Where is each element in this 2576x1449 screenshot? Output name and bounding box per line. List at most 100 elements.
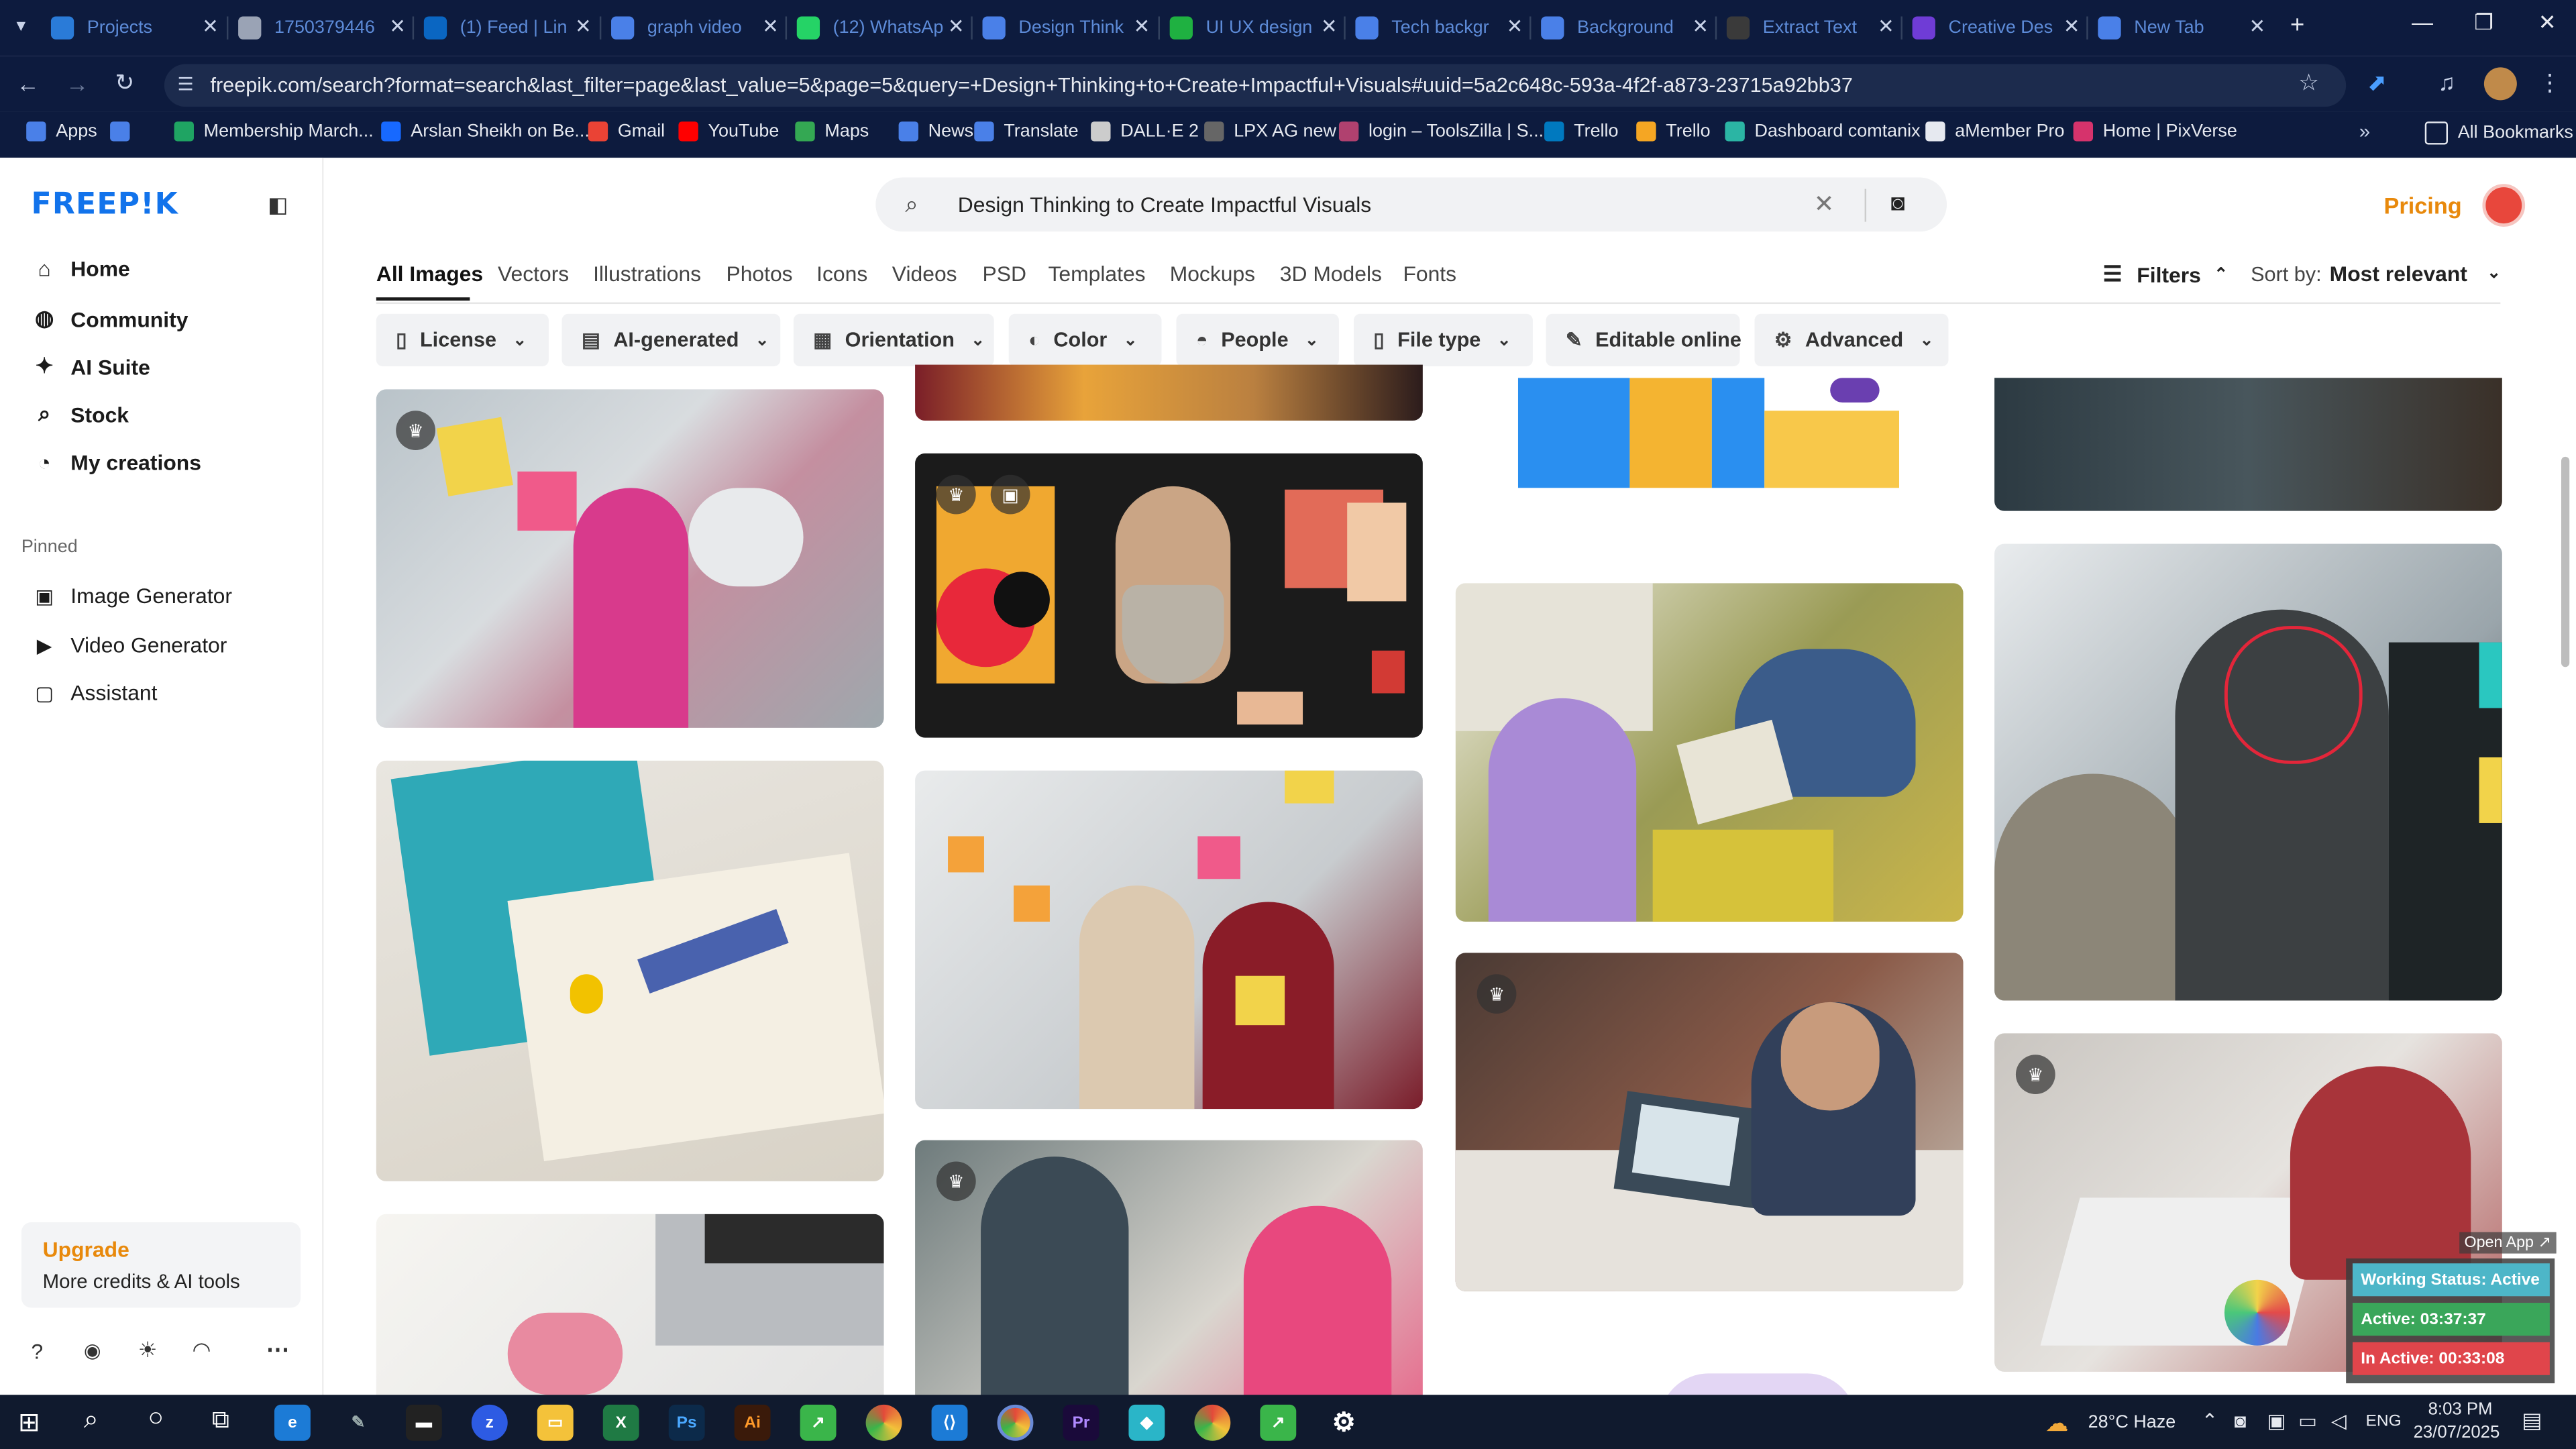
bookmark-star-icon[interactable]: ☆ xyxy=(2298,69,2319,97)
new-tab-icon[interactable]: + xyxy=(2290,11,2304,40)
more-icon[interactable]: ⋯ xyxy=(266,1336,289,1364)
bookmark-item[interactable]: DALL·E 2 xyxy=(1091,121,1199,142)
filter-orientation[interactable]: ▦ Orientation ⌄ xyxy=(793,313,994,367)
pinned-item-image-generator[interactable]: ▣ Image Generator xyxy=(33,583,232,608)
bookmark-item[interactable]: login – ToolsZilla | S... xyxy=(1338,121,1544,142)
close-tab-icon[interactable]: ✕ xyxy=(575,15,592,38)
pinned-item-assistant[interactable]: ▢ Assistant xyxy=(33,680,157,705)
all-bookmarks[interactable]: All Bookmarks xyxy=(2424,121,2573,145)
tray-chevron-icon[interactable]: ⌃ xyxy=(2202,1409,2218,1432)
sidebar-item-home[interactable]: ⌂ Home xyxy=(33,256,129,281)
browser-tab[interactable]: (12) WhatsAp ✕ xyxy=(796,7,977,50)
filter-license[interactable]: ▯ License ⌄ xyxy=(376,313,549,367)
taskbar-search-icon[interactable]: ⌕ xyxy=(84,1406,99,1436)
filter-advanced[interactable]: ⚙ Advanced ⌄ xyxy=(1754,313,1949,367)
site-info-icon[interactable]: ☰ xyxy=(177,74,193,95)
bookmark-item[interactable]: LPX AG new xyxy=(1204,121,1336,142)
tab-templates[interactable]: Templates xyxy=(1048,261,1145,286)
image-card[interactable] xyxy=(1517,378,1900,488)
filter-ai-generated[interactable]: ▤ AI-generated ⌄ xyxy=(561,313,781,367)
vscode-icon[interactable]: ⟨⟩ xyxy=(931,1404,968,1441)
image-card[interactable] xyxy=(1994,543,2502,1001)
tab-3d-models[interactable]: 3D Models xyxy=(1280,261,1382,286)
filter-color[interactable]: ◐ Color ⌄ xyxy=(1008,313,1162,367)
browser-tab[interactable]: Extract Text ✕ xyxy=(1726,7,1907,50)
user-avatar[interactable] xyxy=(2482,184,2526,227)
notifications-icon[interactable]: ◠ xyxy=(193,1337,211,1363)
menu-icon[interactable]: ⋮ xyxy=(2538,69,2561,97)
close-tab-icon[interactable]: ✕ xyxy=(389,15,406,38)
file-explorer-icon[interactable]: ▭ xyxy=(537,1404,574,1441)
image-card[interactable] xyxy=(376,760,884,1181)
discord-icon[interactable]: ◉ xyxy=(84,1339,101,1362)
tab-fonts[interactable]: Fonts xyxy=(1403,261,1456,286)
bookmark-item[interactable]: Arslan Sheikh on Be... xyxy=(381,121,590,142)
weather-text[interactable]: 28°C Haze xyxy=(2088,1413,2176,1432)
premiere-icon[interactable]: Pr xyxy=(1063,1404,1099,1441)
back-icon[interactable]: ← xyxy=(16,70,39,97)
upgrade-card[interactable]: Upgrade More credits & AI tools xyxy=(21,1222,301,1308)
help-icon[interactable]: ? xyxy=(32,1339,44,1364)
tray-app-icon[interactable]: ◙ xyxy=(2235,1409,2247,1432)
sidebar-item-community[interactable]: ◍ Community xyxy=(33,306,188,332)
image-card[interactable] xyxy=(915,770,1423,1110)
task-view-icon[interactable]: ⧉ xyxy=(212,1406,229,1434)
tab-mockups[interactable]: Mockups xyxy=(1170,261,1255,286)
tab-all-images[interactable]: All Images xyxy=(376,261,483,286)
excel-icon[interactable]: X xyxy=(602,1404,639,1441)
page-scrollbar[interactable] xyxy=(2558,164,2571,1397)
close-tab-icon[interactable]: ✕ xyxy=(1134,15,1150,38)
pinned-item-video-generator[interactable]: ▶ Video Generator xyxy=(33,633,227,657)
chrome-icon[interactable] xyxy=(865,1404,902,1441)
reload-icon[interactable]: ↻ xyxy=(115,69,134,97)
forward-icon[interactable]: → xyxy=(66,70,89,97)
tab-search-icon[interactable]: ▾ xyxy=(16,15,25,36)
extensions-icon[interactable]: ⬈ xyxy=(2367,69,2387,97)
image-card[interactable]: ♛ ▣ xyxy=(915,453,1423,738)
freepik-logo[interactable]: FREEP!K xyxy=(32,187,178,221)
browser-tab[interactable]: graph video ✕ xyxy=(611,7,792,50)
bookmark-item[interactable]: Membership March... xyxy=(174,121,374,142)
image-card[interactable] xyxy=(1994,378,2502,511)
photoshop-icon[interactable]: Ps xyxy=(668,1404,705,1441)
close-tab-icon[interactable]: ✕ xyxy=(2249,15,2266,38)
edge-icon[interactable]: e xyxy=(274,1404,311,1441)
chrome-profile-icon[interactable] xyxy=(1194,1404,1231,1441)
browser-tab[interactable]: 1750379446 ✕ xyxy=(238,7,419,50)
cortana-icon[interactable]: ○ xyxy=(148,1405,164,1434)
tab-icons[interactable]: Icons xyxy=(816,261,867,286)
settings-icon[interactable]: ⚙ xyxy=(1326,1405,1362,1441)
clear-search-icon[interactable]: ✕ xyxy=(1814,189,1835,219)
image-card[interactable]: ♛ xyxy=(1455,953,1964,1291)
camera-icon[interactable]: ◙ xyxy=(1891,189,1905,215)
tab-videos[interactable]: Videos xyxy=(892,261,957,286)
bookmark-item[interactable]: Maps xyxy=(795,121,869,142)
close-window-icon[interactable]: ✕ xyxy=(2538,10,2557,36)
tray-display-icon[interactable]: ▣ xyxy=(2267,1409,2286,1432)
bookmark-item[interactable]: aMember Pro xyxy=(1925,121,2065,142)
image-card[interactable]: ♛ xyxy=(376,389,884,728)
bookmark-item[interactable]: YouTube xyxy=(678,121,779,142)
windows-start-icon[interactable]: ⊞ xyxy=(18,1406,40,1439)
tab-illustrations[interactable]: Illustrations xyxy=(593,261,701,286)
zoom-icon[interactable]: z xyxy=(471,1404,508,1441)
app-icon[interactable]: ◆ xyxy=(1128,1404,1165,1441)
search-bar[interactable]: ⌕ Design Thinking to Create Impactful Vi… xyxy=(875,177,1947,232)
chrome-active-icon[interactable] xyxy=(997,1404,1034,1441)
scrollbar-thumb[interactable] xyxy=(2561,456,2570,667)
volume-icon[interactable]: ◁ xyxy=(2331,1409,2347,1432)
network-icon[interactable]: ▭ xyxy=(2298,1409,2317,1432)
close-tab-icon[interactable]: ✕ xyxy=(1878,15,1894,38)
image-card[interactable] xyxy=(376,1214,884,1411)
filter-people[interactable]: ◓ People ⌄ xyxy=(1176,313,1339,367)
pen-app-icon[interactable]: ✎ xyxy=(340,1405,376,1441)
notification-center-icon[interactable]: ▤ xyxy=(2522,1408,2542,1434)
tab-psd[interactable]: PSD xyxy=(983,261,1026,286)
filter-file-type[interactable]: ▯ File type ⌄ xyxy=(1353,313,1533,367)
upwork-icon[interactable]: ↗ xyxy=(800,1404,837,1441)
bookmark-item[interactable]: Dashboard comtanix xyxy=(1725,121,1921,142)
sidebar-item-my-creations[interactable]: ◔ My creations xyxy=(33,450,201,475)
language-indicator[interactable]: ENG xyxy=(2366,1413,2402,1431)
browser-tab[interactable]: Creative Des ✕ xyxy=(1912,7,2093,50)
bookmark-item[interactable]: Trello xyxy=(1544,121,1619,142)
